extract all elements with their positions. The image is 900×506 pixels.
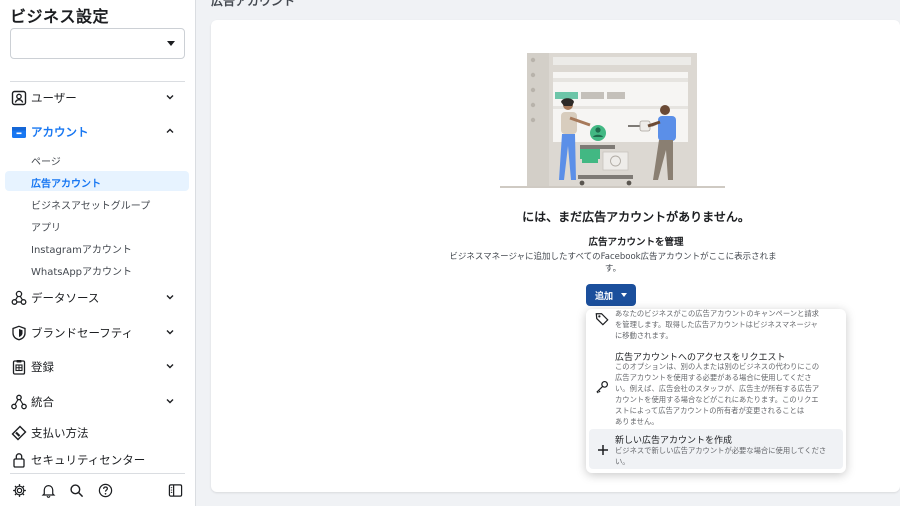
app-title: ビジネス設定 [10,7,110,26]
panel-toggle-icon[interactable] [167,482,183,498]
sub-item-whatsapp[interactable]: WhatsAppアカウント [5,259,189,279]
menu-item-description: このオプションは、別の人または別のビジネスの代わりにこの 広告アカウントを使用す… [615,361,835,427]
key-icon [594,379,610,395]
nav-payment-methods-label: 支払い方法 [31,426,89,440]
desc-line: い。例えば、広告会社のスタッフが、広告主が所有する広告ア [615,384,820,393]
chevron-up-icon [166,128,174,133]
desc-line: に移動されます。 [615,331,673,340]
divider [10,81,185,82]
nav-security-center[interactable]: セキュリティセンター [0,446,196,474]
divider [10,473,185,474]
chevron-down-icon [621,293,627,297]
chevron-down-icon [166,399,174,404]
sub-item-label: アプリ [31,223,61,234]
settings-icon[interactable] [11,482,27,498]
desc-line: ビジネスで新しい広告アカウントが必要な場合に使用してくださ [615,446,827,455]
nav-accounts[interactable]: アカウント [0,118,196,146]
nav-integrations-label: 統合 [31,395,54,409]
nav-data-sources[interactable]: データソース [0,284,196,312]
bell-icon[interactable] [40,482,56,498]
nav-registrations-label: 登録 [31,360,54,374]
shield-icon [10,324,28,342]
sub-item-label: WhatsAppアカウント [31,267,133,278]
menu-item-description: あなたのビジネスがこの広告アカウントのキャンペーンと請求 を管理します。取得した… [615,309,835,341]
chevron-down-icon [166,330,174,335]
desc-line: このオプションは、別の人または別のビジネスの代わりにこの [615,362,820,371]
desc-line: を管理します。取得した広告アカウントはビジネスマネージャ [615,320,818,329]
desc-line: ありません。 [615,417,659,426]
nav-users[interactable]: ユーザー [0,84,196,112]
desc-line: あなたのビジネスがこの広告アカウントのキャンペーンと請求 [615,309,819,318]
plus-icon [595,442,611,458]
add-button[interactable]: 追加 [586,284,636,306]
help-icon[interactable] [97,482,113,498]
chevron-down-icon [166,95,174,100]
sub-item-pages[interactable]: ページ [5,149,189,169]
register-clipboard-icon [10,358,28,376]
chevron-down-icon [166,364,174,369]
integration-icon [10,393,28,411]
tag-icon [594,311,610,327]
add-dropdown-menu: あなたのビジネスがこの広告アカウントのキャンペーンと請求 を管理します。取得した… [586,309,846,473]
sub-item-ad-accounts[interactable]: 広告アカウント [5,171,189,191]
chevron-down-icon [166,295,174,300]
payment-tag-icon [10,424,28,442]
nav-payment-methods[interactable]: 支払い方法 [0,419,196,447]
sub-item-label: ページ [31,157,61,168]
desc-line: カウントを使用する場合などがこれにあたります。このリクエ [615,395,819,404]
nav-accounts-label: アカウント [31,125,89,139]
page-title: 広告アカウント [211,0,296,8]
lock-icon [10,451,28,469]
empty-state-description: ビジネスマネージャに追加したすべてのFacebook広告アカウントがここに表示さ… [449,252,777,274]
sidebar-footer [0,475,196,506]
add-button-label: 追加 [595,292,614,302]
empty-state-title: には、まだ広告アカウントがありません。 [522,210,750,224]
data-source-icon [10,289,28,307]
nav-users-label: ユーザー [31,91,77,105]
sub-item-apps[interactable]: アプリ [5,215,189,235]
business-selector[interactable] [10,28,185,59]
nav-registrations[interactable]: 登録 [0,353,196,381]
desc-line: ストによって広告アカウントの所有者が変更されることは [615,406,805,415]
sub-item-business-asset-groups[interactable]: ビジネスアセットグループ [5,193,189,213]
menu-item-add-ad-account[interactable]: あなたのビジネスがこの広告アカウントのキャンペーンと請求 を管理します。取得した… [586,309,846,343]
nav-brand-safety-label: ブランドセーフティ [31,326,134,340]
sub-item-instagram[interactable]: Instagramアカウント [5,237,189,257]
sub-item-label: Instagramアカウント [31,245,132,256]
user-card-icon [10,89,28,107]
chevron-down-icon [167,41,175,46]
nav-data-sources-label: データソース [31,291,100,305]
nav-security-center-label: セキュリティセンター [31,453,146,467]
menu-item-description: ビジネスで新しい広告アカウントが必要な場合に使用してくださ い。 [615,445,835,467]
nav-brand-safety[interactable]: ブランドセーフティ [0,319,196,347]
desc-line: 広告アカウントを使用する必要がある場合に使用してくださ [615,373,812,382]
empty-state-illustration [500,53,725,188]
nav-integrations[interactable]: 統合 [0,388,196,416]
sub-item-label: 広告アカウント [31,179,101,190]
menu-item-request-access[interactable]: 広告アカウントへのアクセスをリクエスト このオプションは、別の人または別のビジネ… [586,347,846,429]
sidebar: ビジネス設定 ユーザー アカウント ページ 広告アカウント ビジネスアセットグル… [0,0,196,506]
sub-item-label: ビジネスアセットグループ [31,201,151,212]
desc-line: い。 [615,457,630,466]
empty-state-subtitle: 広告アカウントを管理 [588,237,684,248]
account-folder-icon [10,123,28,141]
menu-item-create-ad-account[interactable]: 新しい広告アカウントを作成 ビジネスで新しい広告アカウントが必要な場合に使用して… [589,429,843,469]
search-icon[interactable] [68,482,84,498]
